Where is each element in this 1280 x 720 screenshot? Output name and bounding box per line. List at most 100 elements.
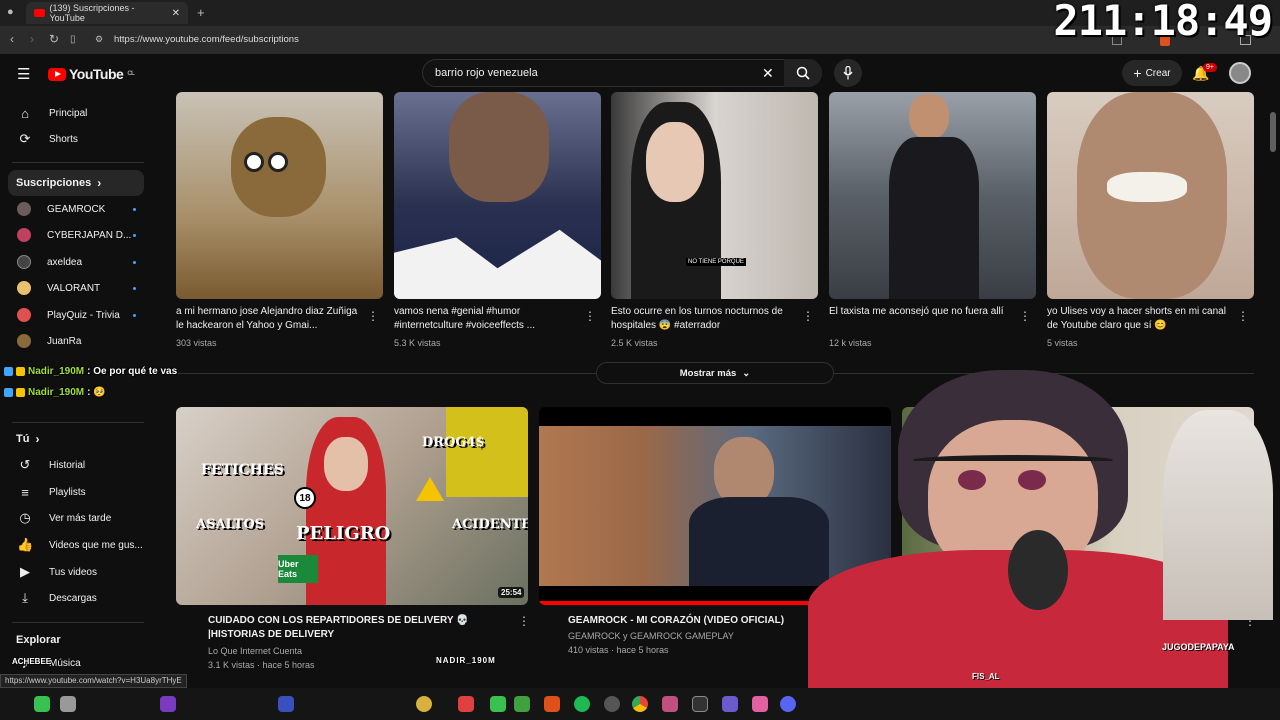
video-channel[interactable]: GEAMROCK y GEAMROCK GAMEPLAY [568,631,734,641]
page-scrollbar[interactable] [1270,112,1276,152]
plush-eye [268,152,288,172]
create-button[interactable]: + Crear [1122,60,1182,86]
video-title[interactable]: CUIDADO CON LOS REPARTIDORES DE DELIVERY… [208,614,508,642]
more-options-icon[interactable]: ⋮ [1019,309,1031,323]
short-title[interactable]: Esto ocurre en los turnos nocturnos de h… [611,305,797,333]
browser-tab[interactable]: (139) Suscripciones - YouTube ✕ [26,2,188,24]
more-options-icon[interactable]: ⋮ [584,309,596,323]
background-people-image [1163,410,1273,620]
short-views: 5.3 K vistas [394,338,441,348]
chrome-icon[interactable] [632,696,648,712]
person-face-image [324,437,368,491]
app-icon[interactable] [458,696,474,712]
youtube-favicon-icon [34,9,45,17]
show-more-button[interactable]: Mostrar más ⌄ [596,362,834,384]
sidebar-item-downloads[interactable]: ⤓ Descargas [8,585,148,611]
app-icon[interactable] [722,696,738,712]
more-options-icon[interactable]: ⋮ [367,309,379,323]
channel-name: axeldea [47,256,83,268]
chat-username: Nadir_190M [28,366,85,377]
short-title[interactable]: a mi hermano jose Alejandro diaz Zuñiga … [176,305,362,333]
short-thumbnail[interactable] [829,92,1036,299]
hamburger-menu-icon[interactable]: ☰ [17,65,30,83]
short-title[interactable]: vamos nena #genial #humor #internetcultu… [394,305,580,333]
chat-badge-icon [16,367,25,376]
app-icon[interactable] [490,696,506,712]
video-duration: 25:54 [498,587,525,598]
app-icon[interactable] [416,696,432,712]
sidebar-item-sub-axeldea[interactable]: axeldea [8,249,148,275]
obs-icon[interactable] [604,696,620,712]
microphone-image [1008,530,1068,610]
forward-icon[interactable]: › [30,32,34,46]
sidebar-item-playlists[interactable]: ≡ Playlists [8,479,148,505]
show-more-label: Mostrar más [679,367,737,379]
sidebar-item-sub-playquiz[interactable]: PlayQuiz - Trivia [8,302,148,328]
channel-avatar[interactable] [176,614,198,636]
sidebar-item-label: Tus videos [49,566,97,578]
video-channel[interactable]: Lo Que Internet Cuenta [208,646,302,656]
you-header[interactable]: Tú › [8,426,144,452]
sidebar-item-sub-cyberjapan[interactable]: CYBERJAPAN D... [8,222,148,248]
chat-text: : Oe por qué te vas [87,366,178,377]
play-square-icon: ▶ [20,564,30,579]
chat-message: Nadir_190M : Oe por qué te vas [4,366,177,377]
sidebar-item-sub-juanra[interactable]: JuanRa [8,328,148,354]
app-icon[interactable] [160,696,176,712]
sidebar-item-label: Videos que me gus... [49,539,143,551]
sidebar-item-sub-geamrock[interactable]: GEAMROCK [8,196,148,222]
app-icon[interactable] [514,696,530,712]
person-face-image [909,94,949,139]
short-thumbnail[interactable] [394,92,601,299]
short-title[interactable]: yo Ulises voy a hacer shorts en mi canal… [1047,305,1233,333]
short-caption: NO TIENE PORQUE [686,258,746,266]
spotify-icon[interactable] [574,696,590,712]
xbox-icon[interactable] [34,696,50,712]
reload-icon[interactable]: ↻ [49,32,59,46]
youtube-logo[interactable]: YouTube CL [48,66,135,82]
sidebar-item-sub-valorant[interactable]: VALORANT [8,275,148,301]
sidebar-item-principal[interactable]: ⌂ Principal [8,100,148,126]
app-icon[interactable] [278,696,294,712]
chevron-right-icon: › [97,176,102,190]
voice-search-button[interactable] [834,59,862,87]
sidebar-item-watch-later[interactable]: ◷ Ver más tarde [8,505,148,531]
sidebar-item-historial[interactable]: ↺ Historial [8,452,148,478]
thumb-text-peligro: PELIGRO [296,523,391,544]
headphones-image [913,455,1113,465]
stream-clock-overlay: 211:18:49 [1053,0,1273,45]
download-icon: ⤓ [22,590,28,605]
sidebar-item-your-videos[interactable]: ▶ Tus videos [8,559,148,585]
more-options-icon[interactable]: ⋮ [518,614,530,628]
clear-search-icon[interactable]: ✕ [762,65,774,82]
channel-avatar [17,308,31,322]
discord-icon[interactable] [780,696,796,712]
new-tab-icon[interactable]: + [197,5,205,20]
short-thumbnail[interactable] [1047,92,1254,299]
short-thumbnail[interactable] [176,92,383,299]
sidebar-item-label: Shorts [49,133,78,145]
search-button[interactable] [784,59,822,87]
app-icon[interactable] [60,696,76,712]
short-thumbnail[interactable]: NO TIENE PORQUE [611,92,818,299]
back-icon[interactable]: ‹ [10,32,14,46]
sidebar-item-shorts[interactable]: ⟳ Shorts [8,126,148,152]
app-icon[interactable] [662,696,678,712]
site-info-icon[interactable]: ⚙ [95,34,103,45]
sidebar-item-liked-videos[interactable]: 👍 Videos que me gus... [8,532,148,558]
more-options-icon[interactable]: ⋮ [1237,309,1249,323]
more-options-icon[interactable]: ⋮ [802,309,814,323]
close-tab-icon[interactable]: ✕ [172,8,180,19]
video-thumbnail[interactable]: FETICHES DROG4$ ASALTOS PELIGRO ACIDENTE… [176,407,528,605]
short-title[interactable]: El taxista me aconsejó que no fuera allí [829,305,1015,319]
chat-message: Nadir_190M : 🥺 [4,387,106,398]
subscriptions-header[interactable]: Suscripciones › [8,170,144,196]
bookmark-icon[interactable]: ▯ [70,34,76,45]
brave-browser-icon[interactable] [544,696,560,712]
account-avatar[interactable] [1229,62,1251,84]
url-field[interactable]: https://www.youtube.com/feed/subscriptio… [114,34,299,45]
browser-menu-icon[interactable]: ● [7,6,14,18]
app-icon[interactable] [752,696,768,712]
terminal-icon[interactable] [692,696,708,712]
puma-logo-image [394,229,601,299]
